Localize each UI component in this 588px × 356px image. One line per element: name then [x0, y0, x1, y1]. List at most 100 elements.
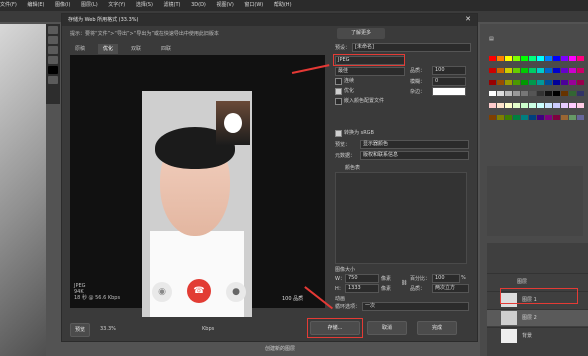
tab-original[interactable]: 原稿	[70, 44, 90, 54]
swatch[interactable]	[577, 67, 584, 73]
menu-item[interactable]: 选择(S)	[136, 0, 153, 11]
swatch[interactable]	[505, 56, 512, 61]
swatch[interactable]	[553, 103, 560, 109]
swatch[interactable]	[513, 79, 520, 85]
swatch[interactable]	[561, 67, 568, 73]
swatch[interactable]	[545, 67, 552, 73]
swatch[interactable]	[545, 79, 552, 85]
swatch[interactable]	[505, 115, 512, 121]
swatch[interactable]	[497, 91, 504, 97]
swatch[interactable]	[577, 91, 584, 97]
blur-input[interactable]: 0	[432, 77, 466, 86]
resample-select[interactable]: 两次立方	[432, 284, 469, 293]
swatch[interactable]	[537, 67, 544, 73]
swatch[interactable]	[505, 103, 512, 109]
swatch[interactable]	[497, 103, 504, 109]
menu-item[interactable]: 3D(D)	[191, 0, 206, 11]
toggle-slices-icon[interactable]	[48, 76, 58, 84]
swatch[interactable]	[513, 67, 520, 73]
swatch[interactable]	[569, 115, 576, 121]
swatch[interactable]	[497, 115, 504, 121]
swatch[interactable]	[521, 79, 528, 85]
eyedropper-icon[interactable]	[48, 56, 58, 64]
matte-swatch[interactable]	[432, 87, 466, 96]
swatch[interactable]	[529, 115, 536, 121]
percent-input[interactable]: 100	[432, 274, 460, 283]
height-input[interactable]: 1333	[345, 284, 379, 293]
swatch[interactable]	[521, 91, 528, 97]
metadata-select[interactable]: 版权和联系信息	[360, 151, 469, 160]
preview-button[interactable]: 预览	[70, 323, 90, 337]
menu-item[interactable]: 文字(Y)	[108, 0, 125, 11]
swatch[interactable]	[529, 67, 536, 73]
swatch[interactable]	[545, 103, 552, 109]
swatch[interactable]	[545, 115, 552, 121]
swatch[interactable]	[489, 79, 496, 85]
menu-item[interactable]: 图层(L)	[81, 0, 98, 11]
swatch[interactable]	[553, 91, 560, 97]
menu-item[interactable]: 编辑(E)	[27, 0, 44, 11]
swatch[interactable]	[577, 56, 584, 61]
swatch[interactable]	[505, 67, 512, 73]
swatch[interactable]	[521, 67, 528, 73]
swatch[interactable]	[545, 91, 552, 97]
swatch[interactable]	[497, 67, 504, 73]
loop-select[interactable]: 一次	[362, 302, 469, 311]
learn-more-button[interactable]: 了解更多	[337, 28, 385, 39]
swatch[interactable]	[513, 103, 520, 109]
swatch[interactable]	[569, 67, 576, 73]
swatch[interactable]	[529, 91, 536, 97]
menu-item[interactable]: 文件(F)	[0, 0, 17, 11]
swatch[interactable]	[489, 67, 496, 73]
menu-item[interactable]: 帮助(H)	[274, 0, 292, 11]
image-preview[interactable]: ◉ ☎ ● JPEG 94K 18 秒 @ 56.6 Kbps 100 品质	[70, 55, 325, 317]
swatch[interactable]	[561, 115, 568, 121]
swatch[interactable]	[537, 56, 544, 61]
swatch[interactable]	[569, 103, 576, 109]
embed-profile-checkbox[interactable]	[335, 98, 342, 105]
swatch[interactable]	[529, 103, 536, 109]
swatch[interactable]	[529, 56, 536, 61]
swatch[interactable]	[489, 91, 496, 97]
menu-item[interactable]: 滤镜(T)	[164, 0, 181, 11]
quality-input[interactable]: 100	[432, 66, 466, 75]
width-input[interactable]: 750	[345, 274, 379, 283]
preview-mode-select[interactable]: 显示器颜色	[360, 140, 469, 149]
swatch[interactable]	[569, 91, 576, 97]
swatch[interactable]	[529, 79, 536, 85]
swatch[interactable]	[569, 56, 576, 61]
slice-select-icon[interactable]	[48, 36, 58, 44]
swatch[interactable]	[537, 91, 544, 97]
swatch[interactable]	[577, 103, 584, 109]
swatch[interactable]	[497, 56, 504, 61]
compression-select[interactable]: 最佳	[335, 67, 405, 76]
swatches-tab[interactable]: ▤	[489, 36, 494, 42]
swatch[interactable]	[505, 91, 512, 97]
swatch[interactable]	[521, 103, 528, 109]
swatch[interactable]	[537, 103, 544, 109]
link-icon[interactable]: ⛓	[401, 280, 407, 286]
progressive-checkbox[interactable]	[335, 78, 342, 85]
convert-srgb-checkbox[interactable]	[335, 130, 342, 137]
swatch[interactable]	[497, 79, 504, 85]
swatch[interactable]	[561, 56, 568, 61]
swatch[interactable]	[489, 103, 496, 109]
swatch[interactable]	[553, 67, 560, 73]
swatch[interactable]	[521, 56, 528, 61]
swatch[interactable]	[569, 79, 576, 85]
hand-tool-icon[interactable]	[48, 26, 58, 34]
swatch[interactable]	[505, 79, 512, 85]
zoom-level[interactable]: 33.3%	[100, 326, 116, 332]
optimized-checkbox[interactable]	[335, 88, 342, 95]
swatch[interactable]	[577, 115, 584, 121]
swatch[interactable]	[489, 115, 496, 121]
swatch[interactable]	[513, 115, 520, 121]
menu-item[interactable]: 窗口(W)	[244, 0, 263, 11]
tab-2up[interactable]: 双联	[126, 44, 146, 54]
swatch[interactable]	[545, 56, 552, 61]
done-button[interactable]: 完成	[417, 321, 457, 335]
swatch[interactable]	[513, 91, 520, 97]
swatch[interactable]	[553, 56, 560, 61]
menu-item[interactable]: 视图(V)	[216, 0, 233, 11]
swatch[interactable]	[521, 115, 528, 121]
